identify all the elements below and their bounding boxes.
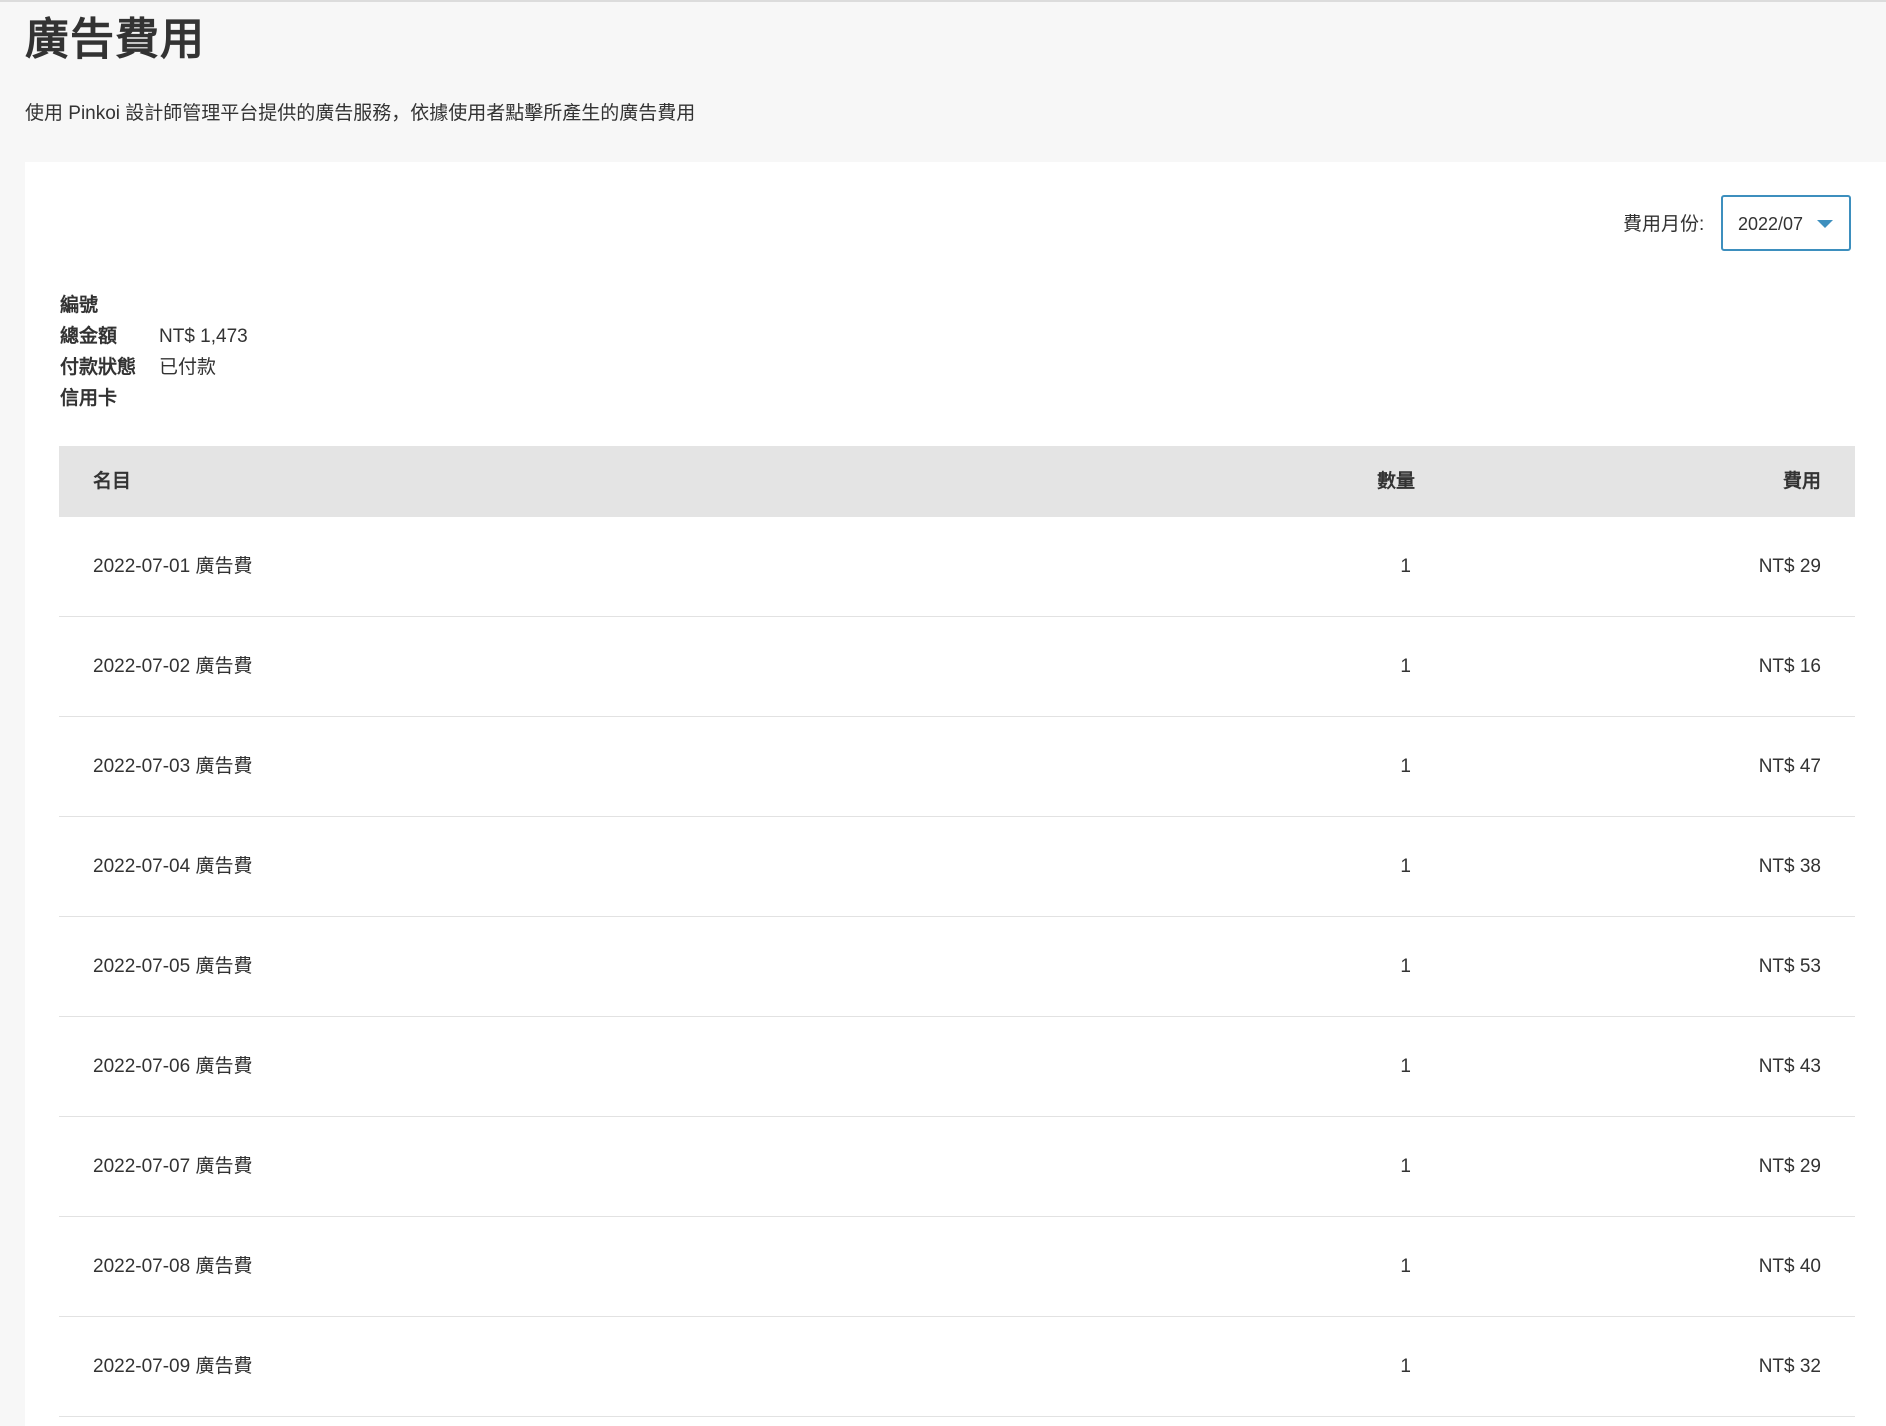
summary-id-label: 編號 [60,295,99,316]
row-fee: NT$ 29 [1758,556,1821,577]
row-qty: 1 [1400,1156,1411,1177]
row-qty: 1 [1400,956,1411,977]
table-row: 2022-07-01 廣告費 1 NT$ 29 [59,517,1855,617]
top-border [0,0,1886,2]
row-name: 2022-07-04 廣告費 [93,856,253,877]
row-name: 2022-07-05 廣告費 [93,956,253,977]
row-qty: 1 [1400,856,1411,877]
row-qty: 1 [1400,1256,1411,1277]
summary-total-value: NT$ 1,473 [159,326,248,347]
table-row: 2022-07-04 廣告費 1 NT$ 38 [59,817,1855,917]
header-qty: 數量 [1376,471,1415,492]
row-name: 2022-07-06 廣告費 [93,1056,253,1077]
row-qty: 1 [1400,756,1411,777]
row-qty: 1 [1400,556,1411,577]
row-fee: NT$ 38 [1758,856,1821,877]
table-header: 名目 數量 費用 [59,446,1855,517]
fee-table: 名目 數量 費用 2022-07-01 廣告費 1 NT$ 29 2022-07… [59,446,1855,1417]
month-filter-label: 費用月份: [1623,214,1705,235]
row-qty: 1 [1400,1056,1411,1077]
row-name: 2022-07-02 廣告費 [93,656,253,677]
row-fee: NT$ 53 [1758,956,1821,977]
row-name: 2022-07-09 廣告費 [93,1356,253,1377]
table-row: 2022-07-06 廣告費 1 NT$ 43 [59,1017,1855,1117]
row-name: 2022-07-01 廣告費 [93,556,253,577]
table-row: 2022-07-05 廣告費 1 NT$ 53 [59,917,1855,1017]
chevron-down-icon [1817,220,1833,228]
row-fee: NT$ 47 [1758,756,1821,777]
month-select-value: 2022/07 [1738,214,1804,234]
row-qty: 1 [1400,1356,1411,1377]
table-row: 2022-07-02 廣告費 1 NT$ 16 [59,617,1855,717]
page-description: 使用 Pinkoi 設計師管理平台提供的廣告服務，依據使用者點擊所產生的廣告費用 [25,103,696,124]
row-name: 2022-07-08 廣告費 [93,1256,253,1277]
table-row: 2022-07-08 廣告費 1 NT$ 40 [59,1217,1855,1317]
table-row: 2022-07-03 廣告費 1 NT$ 47 [59,717,1855,817]
table-row: 2022-07-07 廣告費 1 NT$ 29 [59,1117,1855,1217]
summary-card-label: 信用卡 [60,388,118,409]
summary-row-id: 編號 [60,290,248,321]
row-qty: 1 [1400,656,1411,677]
row-fee: NT$ 32 [1758,1356,1821,1377]
summary-status-label: 付款狀態 [60,357,137,378]
page-title: 廣告費用 [25,15,205,64]
row-fee: NT$ 40 [1758,1256,1821,1277]
invoice-summary: 編號 總金額 NT$ 1,473 付款狀態 已付款 信用卡 [60,290,248,414]
row-name: 2022-07-07 廣告費 [93,1156,253,1177]
row-fee: NT$ 29 [1758,1156,1821,1177]
table-row: 2022-07-09 廣告費 1 NT$ 32 [59,1317,1855,1417]
month-select[interactable]: 2022/07 [1721,195,1851,251]
row-fee: NT$ 16 [1758,656,1821,677]
row-name: 2022-07-03 廣告費 [93,756,253,777]
header-fee: 費用 [1782,471,1821,492]
row-fee: NT$ 43 [1758,1056,1821,1077]
summary-status-value: 已付款 [159,357,217,378]
ad-fee-card: 費用月份: 2022/07 編號 總金額 NT$ 1,473 付款狀態 已付款 … [25,162,1886,1426]
summary-row-card: 信用卡 [60,383,248,414]
header-name: 名目 [93,471,132,492]
summary-row-status: 付款狀態 已付款 [60,352,248,383]
summary-row-total: 總金額 NT$ 1,473 [60,321,248,352]
summary-total-label: 總金額 [60,326,118,347]
